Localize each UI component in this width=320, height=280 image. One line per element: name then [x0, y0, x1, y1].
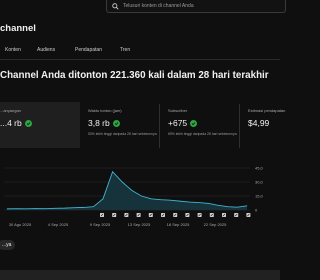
- data-point: [121, 181, 123, 183]
- data-point: [198, 202, 200, 203]
- tab-tren[interactable]: Tren: [120, 47, 130, 53]
- video-marker-icon: [161, 213, 165, 217]
- video-marker-icon: [197, 213, 202, 217]
- card-subscribers[interactable]: Subscriber +675 69% lebih tinggi daripad…: [161, 102, 237, 148]
- x-tick-label: 30 Agu 2025: [9, 222, 32, 227]
- data-point: [246, 205, 248, 207]
- card-value: +675: [168, 118, 188, 128]
- tab-konten[interactable]: Konten: [5, 47, 21, 53]
- y-tick-label: 30,0: [255, 180, 264, 185]
- x-tick-label: 18 Sep 2025: [167, 222, 190, 227]
- card-comparison: 69% lebih tinggi daripada 28 hari sebelu…: [168, 132, 237, 136]
- video-marker-icon: [124, 213, 129, 217]
- y-tick-label: 15,0: [255, 194, 264, 199]
- tab-bar: Konten Audiens Pendapatan Tren: [0, 43, 280, 60]
- data-point: [16, 208, 17, 209]
- check-circle-icon: [112, 119, 120, 127]
- video-marker-icon: [148, 213, 153, 217]
- card-label: Subscriber: [168, 108, 188, 113]
- data-point: [64, 207, 65, 209]
- bottom-bar: [0, 270, 280, 280]
- data-point: [150, 198, 152, 200]
- data-point: [141, 195, 142, 197]
- video-marker-icon: [112, 213, 117, 217]
- card-label: Estimasi pendapatan: [248, 108, 286, 113]
- data-point: [189, 201, 190, 203]
- data-point: [160, 199, 161, 201]
- divider: [159, 104, 160, 148]
- video-marker-icon: [100, 213, 104, 217]
- card-label: Waktu tonton (jam): [88, 108, 122, 113]
- data-point: [83, 207, 85, 208]
- data-point: [227, 206, 229, 208]
- data-point: [179, 200, 181, 202]
- search-icon: [112, 0, 119, 15]
- data-point: [25, 208, 27, 210]
- card-comparison: 53% lebih tinggi daripada 28 hari sebelu…: [88, 132, 157, 136]
- video-marker-icon: [222, 213, 226, 217]
- metric-cards: ...anyangan ...4 rb Waktu tonton (jam) 3…: [0, 102, 285, 148]
- y-tick-label: 45,0: [255, 166, 264, 171]
- divider: [239, 104, 240, 148]
- x-tick-label: 4 Sep 2025: [48, 222, 69, 227]
- page-title: channel: [0, 23, 36, 34]
- x-tick-label: 13 Sep 2025: [128, 222, 151, 227]
- x-tick-label: 22 Sep 2025: [204, 222, 227, 227]
- data-point: [6, 208, 8, 210]
- video-marker-icon: [246, 213, 251, 217]
- tab-pendapatan[interactable]: Pendapatan: [75, 47, 102, 53]
- data-point: [45, 208, 46, 209]
- search-input[interactable]: Telusuri konten di channel Anda: [123, 3, 194, 9]
- video-marker-icon: [209, 213, 214, 217]
- card-views[interactable]: ...anyangan ...4 rb: [0, 102, 80, 148]
- data-point: [237, 206, 238, 208]
- card-watch-time[interactable]: Waktu tonton (jam) 3,8 rb 53% lebih ting…: [81, 102, 157, 148]
- data-point: [93, 206, 94, 208]
- card-value: $4,99: [248, 118, 270, 128]
- check-circle-icon: [24, 119, 32, 127]
- data-point: [169, 199, 171, 201]
- y-tick-label: 0: [255, 208, 258, 213]
- data-point: [54, 208, 56, 209]
- data-point: [35, 208, 37, 209]
- card-value: ...4 rb: [0, 118, 22, 128]
- check-circle-icon: [190, 119, 198, 127]
- x-tick-label: 9 Sep 2025: [90, 222, 111, 227]
- video-marker-icon: [173, 213, 178, 217]
- card-value: 3,8 rb: [88, 118, 110, 128]
- card-revenue[interactable]: Estimasi pendapatan $4,99: [241, 102, 285, 148]
- data-point: [112, 171, 113, 173]
- video-marker-icon: [185, 213, 190, 217]
- data-point: [131, 190, 133, 191]
- data-point: [73, 207, 75, 208]
- summary-headline: Channel Anda ditonton 221.360 kali dalam…: [0, 70, 269, 81]
- search-bar[interactable]: Telusuri konten di channel Anda: [106, 0, 286, 13]
- data-point: [102, 198, 104, 200]
- see-more-button[interactable]: ...ya: [0, 240, 16, 250]
- chart-svg: 0 15,0 30,0 45,0 30 Agu 2025 4 Sep 2025 9 Sep …: [4, 166, 264, 227]
- data-point: [217, 205, 219, 206]
- video-marker-icon: [136, 213, 141, 217]
- views-chart[interactable]: 0 15,0 30,0 45,0 30 Agu 2025 4 Sep 2025 9 Sep …: [0, 162, 280, 238]
- video-marker-icon: [234, 213, 239, 217]
- tab-audiens[interactable]: Audiens: [37, 47, 55, 53]
- data-point: [208, 203, 209, 204]
- card-label: ...anyangan: [0, 108, 21, 113]
